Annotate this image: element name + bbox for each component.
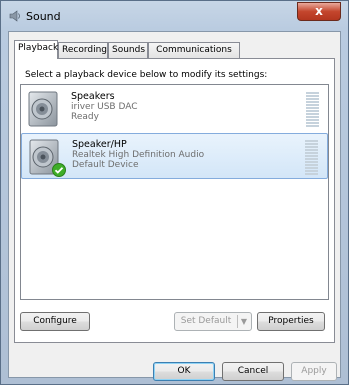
split-divider xyxy=(237,315,238,328)
speaker-icon xyxy=(25,90,63,128)
configure-button[interactable]: Configure xyxy=(20,312,90,331)
properties-button[interactable]: Properties xyxy=(257,312,325,331)
dialog-client: Playback Recording Sounds Communications… xyxy=(8,31,341,381)
device-status: Default Device xyxy=(72,160,139,170)
sound-app-icon xyxy=(8,9,22,23)
volume-meter xyxy=(305,140,318,176)
playback-panel: Select a playback device below to modify… xyxy=(14,58,335,343)
close-button[interactable]: x xyxy=(297,2,341,21)
device-item-speakers[interactable]: Speakers iriver USB DAC Ready xyxy=(21,86,328,132)
volume-meter xyxy=(306,92,319,128)
device-list[interactable]: Speakers iriver USB DAC Ready Speaker/HP… xyxy=(20,84,329,300)
title-bar[interactable]: Sound x xyxy=(1,1,348,31)
window-title: Sound xyxy=(26,10,61,23)
set-default-button[interactable]: Set Default ▼ xyxy=(174,312,252,331)
device-driver: iriver USB DAC xyxy=(71,102,138,112)
sound-dialog: Sound x Playback Recording Sounds Commun… xyxy=(0,0,349,385)
chevron-down-icon[interactable]: ▼ xyxy=(239,313,249,330)
close-icon: x xyxy=(315,4,323,18)
apply-button[interactable]: Apply xyxy=(291,362,337,381)
ok-button[interactable]: OK xyxy=(153,362,215,381)
device-status: Ready xyxy=(71,112,99,122)
device-name: Speakers xyxy=(71,91,115,102)
device-item-speaker-hp[interactable]: Speaker/HP Realtek High Definition Audio… xyxy=(21,133,328,179)
instruction-text: Select a playback device below to modify… xyxy=(25,70,268,80)
device-driver: Realtek High Definition Audio xyxy=(72,150,205,160)
device-name: Speaker/HP xyxy=(72,139,127,150)
default-checkmark-icon xyxy=(52,163,66,177)
tab-communications[interactable]: Communications xyxy=(148,42,240,58)
set-default-label: Set Default xyxy=(180,316,232,326)
tab-playback[interactable]: Playback xyxy=(14,40,58,59)
cancel-button[interactable]: Cancel xyxy=(222,362,284,381)
tab-recording[interactable]: Recording xyxy=(58,42,108,58)
tab-sounds[interactable]: Sounds xyxy=(108,42,148,58)
